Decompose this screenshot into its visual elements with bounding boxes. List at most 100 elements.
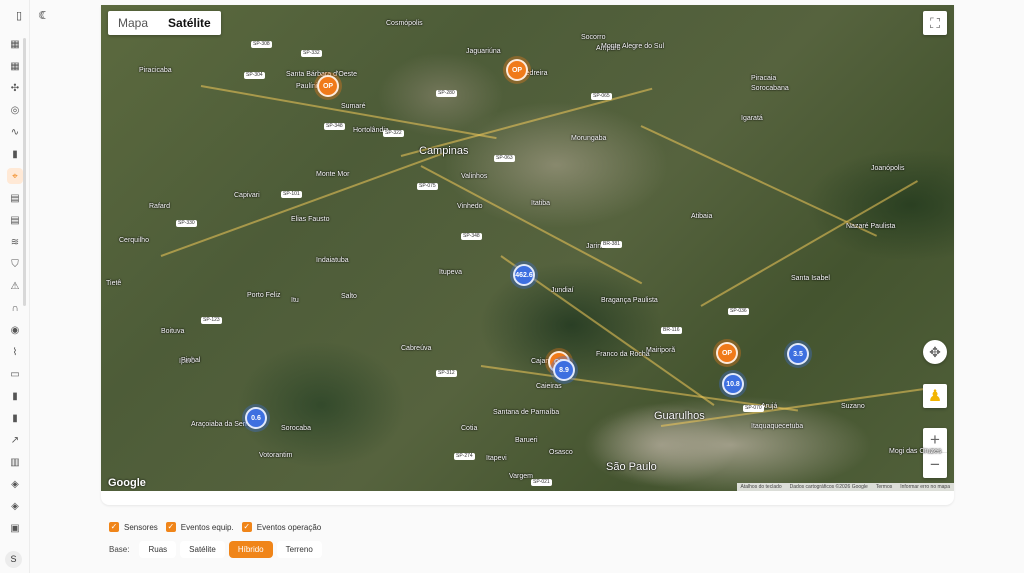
- base-option-button[interactable]: Satélite: [180, 541, 225, 558]
- sidebar-scrollbar[interactable]: [23, 38, 26, 306]
- pegman-icon: ♟: [927, 388, 943, 405]
- map-place-label: Monte Alegre do Sul: [601, 43, 665, 50]
- map-place-label: Sorocaba: [281, 425, 311, 432]
- bar-chart-icon[interactable]: ▮: [7, 410, 23, 426]
- map-place-label: Socorro: [581, 34, 606, 41]
- layers-icon[interactable]: ◈: [7, 476, 23, 492]
- map-place-label: Sumaré: [341, 103, 366, 110]
- base-option-button[interactable]: Ruas: [139, 541, 177, 558]
- layer-checkbox[interactable]: ✓ Eventos operação: [241, 522, 321, 532]
- sensor-value-marker[interactable]: 10.8: [722, 373, 744, 395]
- document-icon[interactable]: ▣: [7, 520, 23, 536]
- grid-icon[interactable]: ▦: [7, 58, 23, 74]
- sensor-value-marker[interactable]: 0.6: [245, 407, 267, 429]
- bar-chart-icon[interactable]: ▮: [7, 388, 23, 404]
- map-place-label: Elias Fausto: [291, 216, 330, 223]
- file-icon[interactable]: ▤: [7, 190, 23, 206]
- headset-icon[interactable]: ∩: [7, 300, 23, 316]
- signal-icon[interactable]: ◉: [7, 322, 23, 338]
- puzzle-icon[interactable]: ✣: [7, 80, 23, 96]
- database-icon[interactable]: ◎: [7, 102, 23, 118]
- base-option-button[interactable]: Híbrido: [228, 541, 273, 558]
- map-place-label: Jaguariúna: [466, 48, 501, 55]
- road-shield: BR-116: [661, 327, 682, 334]
- left-rail: ▯ ☾ ▦ ▦ ✣ ◎ ∿ ▮ ⌖ ▤ ▤ ≋ ⛉ ⚠ ∩ ◉ ⌇ ▭ ▮ ▮ ↗ ▥ ◈ ◈ ▣ S: [0, 0, 50, 573]
- map-road: [640, 125, 878, 237]
- theme-toggle-icon[interactable]: ☾: [38, 9, 52, 23]
- map-place-label: Guarulhos: [654, 410, 705, 422]
- fullscreen-button[interactable]: ⛶: [923, 11, 947, 35]
- map-place-label: Salto: [341, 293, 357, 300]
- layer-checkboxes: ✓ Sensores ✓ Eventos equip. ✓ Eventos operaçã…: [109, 522, 329, 532]
- satellite-map[interactable]: Mapa Satélite ⛶ ✥ ♟ + − Google Atalhos d…: [101, 5, 954, 491]
- sensor-value-marker[interactable]: 462.6: [513, 264, 535, 286]
- map-type-mapa-button[interactable]: Mapa: [108, 11, 158, 35]
- sensor-value-marker[interactable]: 8.9: [553, 359, 575, 381]
- road-shield: SP-322: [383, 130, 404, 137]
- pulse-icon[interactable]: ⌇: [7, 344, 23, 360]
- map-place-label: Cotia: [461, 425, 478, 432]
- trending-up-icon[interactable]: ↗: [7, 432, 23, 448]
- road-shield: SP-063: [494, 155, 515, 162]
- map-type-satellite-button[interactable]: Satélite: [158, 11, 221, 35]
- map-place-label: Mairiporã: [646, 347, 676, 354]
- map-place-label: Itu: [291, 297, 299, 304]
- map-place-label: Franco da Rocha: [596, 351, 650, 358]
- fullscreen-icon: ⛶: [930, 14, 940, 31]
- road-shield: SP-280: [436, 90, 457, 97]
- report-error-link[interactable]: Informar erro no mapa: [896, 483, 954, 491]
- operation-event-marker[interactable]: OP: [506, 59, 528, 81]
- layer-checkbox[interactable]: ✓ Eventos equip.: [165, 522, 234, 532]
- shield-icon[interactable]: ⛉: [7, 256, 23, 272]
- map-place-label: Santa Isabel: [791, 275, 830, 282]
- map-place-label: Joanópolis: [871, 165, 905, 172]
- map-place-label: Vinhedo: [457, 203, 483, 210]
- map-card: Mapa Satélite ⛶ ✥ ♟ + − Google Atalhos d…: [101, 5, 954, 505]
- map-place-label: Caieiras: [536, 383, 562, 390]
- activity-icon[interactable]: ∿: [7, 124, 23, 140]
- map-place-label: Mogi das Cruzes: [889, 448, 942, 455]
- avatar[interactable]: S: [5, 551, 22, 568]
- road-shield: SP-274: [454, 453, 475, 460]
- map-place-label: Atibaia: [691, 213, 713, 220]
- checkbox-label: Eventos equip.: [180, 522, 234, 532]
- map-place-label: Pinhal: [181, 357, 201, 364]
- map-place-label: Suzano: [841, 403, 865, 410]
- map-place-label: Vargem: [509, 473, 533, 480]
- layer-checkbox[interactable]: ✓ Sensores: [109, 522, 158, 532]
- map-place-label: Jundiaí: [551, 287, 574, 294]
- monitor-icon[interactable]: ▭: [7, 366, 23, 382]
- keyboard-shortcuts-link[interactable]: Atalhos do teclado: [737, 483, 786, 491]
- operation-event-marker[interactable]: OP: [716, 342, 738, 364]
- map-road: [700, 180, 919, 307]
- sensor-value-marker[interactable]: 3.5: [787, 343, 809, 365]
- map-place-label: Itaquaquecetuba: [751, 423, 804, 430]
- map-icon[interactable]: ▥: [7, 454, 23, 470]
- road-shield: SP-330: [176, 220, 197, 227]
- operation-event-marker[interactable]: OP: [317, 75, 339, 97]
- map-place-label: Cerquilho: [119, 237, 149, 244]
- terms-link[interactable]: Termos: [872, 483, 896, 491]
- road-shield: SP-101: [281, 191, 302, 198]
- file-icon[interactable]: ▤: [7, 212, 23, 228]
- map-place-label: Araçoiaba da Serra: [191, 421, 252, 428]
- waves-icon[interactable]: ≋: [7, 234, 23, 250]
- zoom-out-button[interactable]: −: [923, 453, 947, 478]
- map-filters: ✓ Sensores ✓ Eventos equip. ✓ Eventos operaçã…: [101, 515, 954, 573]
- sidebar-toggle-icon[interactable]: ▯: [12, 9, 26, 23]
- layers-icon[interactable]: ◈: [7, 498, 23, 514]
- map-place-label: Indaiatuba: [316, 257, 349, 264]
- road-shield: SP-304: [244, 72, 265, 79]
- map-place-label: Igaratá: [741, 115, 763, 122]
- move-icon: ✥: [929, 343, 941, 360]
- road-shield: SP-075: [417, 183, 438, 190]
- map-pin-icon[interactable]: ⌖: [7, 168, 23, 184]
- base-option-button[interactable]: Terreno: [276, 541, 322, 558]
- road-shield: SP-348: [461, 233, 482, 240]
- alert-triangle-icon[interactable]: ⚠: [7, 278, 23, 294]
- bar-chart-icon[interactable]: ▮: [7, 146, 23, 162]
- street-view-button[interactable]: ♟: [923, 384, 947, 408]
- grid-icon[interactable]: ▦: [7, 36, 23, 52]
- camera-control-button[interactable]: ✥: [923, 340, 947, 364]
- map-place-label: São Paulo: [606, 461, 657, 473]
